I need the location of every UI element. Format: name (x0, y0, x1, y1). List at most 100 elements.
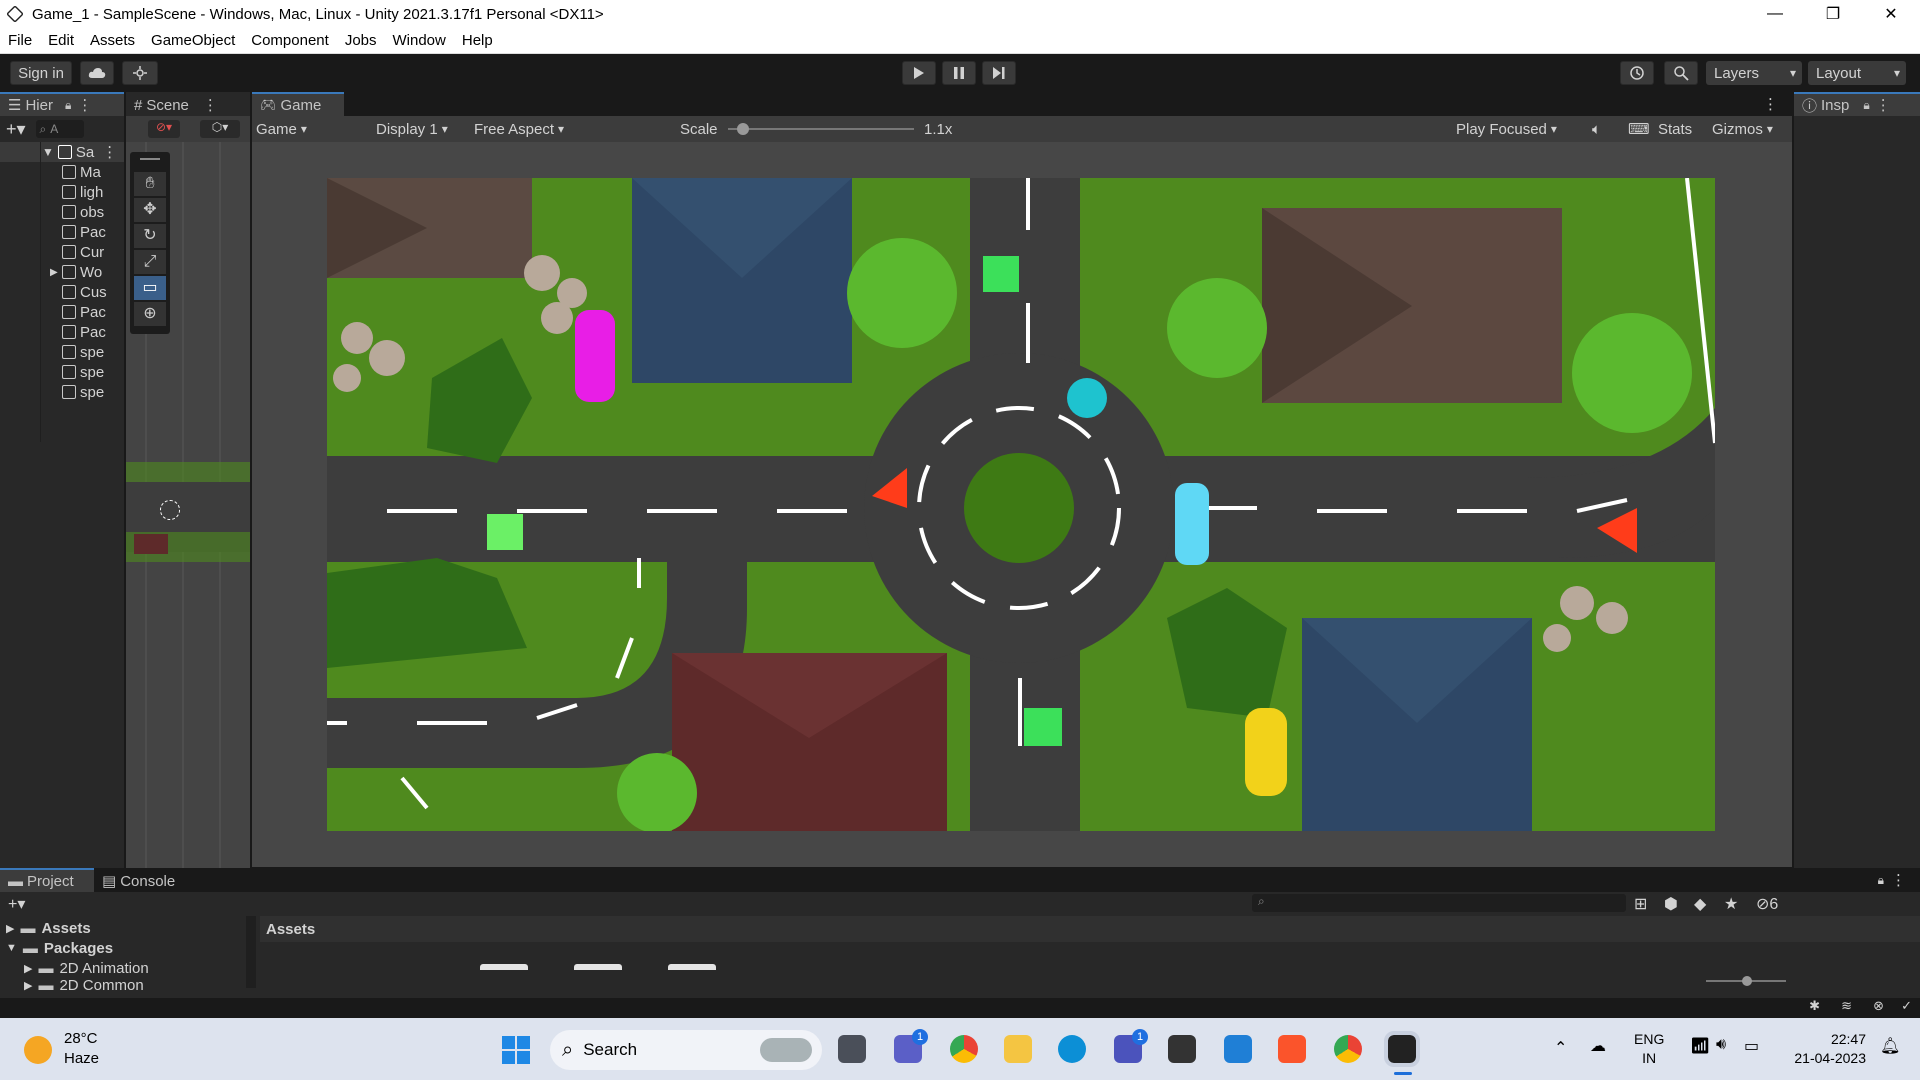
lock-icon[interactable]: 🔒︎ (1878, 873, 1884, 888)
play-focused-dropdown[interactable]: Play Focused (1456, 116, 1586, 142)
play-button[interactable] (902, 61, 936, 85)
language-indicator[interactable]: ENG IN (1634, 1030, 1664, 1068)
aspect-dropdown[interactable]: Free Aspect (474, 116, 670, 142)
kebab-menu-icon[interactable]: ⋮ (203, 96, 218, 114)
step-button[interactable] (982, 61, 1016, 85)
hidden-packages-icon[interactable]: ⊘6 (1756, 894, 1778, 914)
move-tool-icon[interactable]: ✥ (134, 198, 166, 222)
minimize-button[interactable]: — (1746, 0, 1804, 28)
hierarchy-search-input[interactable]: ⌕ A (35, 120, 84, 138)
file-explorer-icon[interactable] (1004, 1035, 1032, 1063)
layout-dropdown[interactable]: Layout (1808, 61, 1906, 85)
unity-editor-icon[interactable] (1384, 1031, 1420, 1067)
kebab-menu-icon[interactable]: ⋮ (1763, 95, 1778, 113)
menu-edit[interactable]: Edit (40, 32, 82, 49)
project-search-input[interactable]: ⌕ (1252, 894, 1626, 912)
tab-console[interactable]: ▤ Console (94, 868, 194, 892)
scene-menu-icon[interactable]: ⋮ (102, 143, 117, 161)
menu-jobs[interactable]: Jobs (337, 32, 385, 49)
menu-component[interactable]: Component (243, 32, 337, 49)
sign-in-button[interactable]: Sign in (10, 61, 72, 85)
collab-icon[interactable] (122, 61, 158, 85)
breadcrumb-assets[interactable]: Assets (266, 921, 315, 938)
tab-project[interactable]: ▬ Project (0, 868, 94, 892)
gizmos-dropdown[interactable]: Gizmos (1712, 116, 1773, 142)
hierarchy-item[interactable]: Cur (0, 242, 104, 262)
debug-icon[interactable]: ✱ (1809, 998, 1820, 1014)
edge-icon[interactable] (1058, 1035, 1086, 1063)
wifi-icon[interactable]: 📶︎ (1690, 1036, 1710, 1056)
hierarchy-item[interactable]: Cus (0, 282, 107, 302)
layers-dropdown[interactable]: Layers (1706, 61, 1802, 85)
scale-tool-icon[interactable]: ⤢ (134, 250, 166, 274)
keyboard-shortcuts-icon[interactable]: ⌨︎ (1628, 116, 1650, 142)
expand-arrow-icon[interactable]: ▼ (42, 145, 54, 159)
hierarchy-item[interactable]: Pac (0, 322, 106, 342)
start-button-icon[interactable] (502, 1036, 530, 1064)
draw-mode-icon[interactable]: ⊘▾ (148, 120, 180, 138)
weather-widget[interactable]: 28°C Haze (20, 1028, 140, 1072)
display-dropdown[interactable]: Display 1 (376, 116, 472, 142)
teams-icon[interactable]: 1 (1114, 1029, 1148, 1063)
search-icon[interactable] (1664, 61, 1698, 85)
mute-audio-icon[interactable]: 🔈︎ (1592, 116, 1601, 142)
menu-help[interactable]: Help (454, 32, 501, 49)
history-icon[interactable] (1620, 61, 1654, 85)
battery-icon[interactable]: ▭ (1744, 1036, 1759, 1056)
search-by-label-icon[interactable]: ⬢ (1664, 894, 1678, 914)
vscode-icon[interactable] (1224, 1035, 1252, 1063)
task-view-icon[interactable] (838, 1035, 866, 1063)
tab-scene[interactable]: # Scene ⋮ (126, 92, 250, 116)
hierarchy-item[interactable]: spe (0, 382, 104, 402)
scale-slider[interactable] (728, 116, 914, 142)
clock[interactable]: 22:47 21-04-2023 (1786, 1030, 1866, 1068)
check-icon[interactable]: ✓ (1901, 998, 1912, 1014)
hierarchy-item[interactable]: obs (0, 202, 104, 222)
tree-item-packages[interactable]: ▼ ▬ Packages (0, 938, 250, 958)
chrome-profile-icon[interactable] (1334, 1035, 1362, 1063)
tree-item-assets[interactable]: ▶ ▬ Assets (0, 918, 250, 938)
menu-file[interactable]: File (0, 32, 40, 49)
taskbar-search-box[interactable]: ⌕ Search (550, 1030, 822, 1070)
volume-icon[interactable]: 🔊︎ (1716, 1036, 1726, 1054)
cache-icon[interactable]: ≋ (1841, 998, 1852, 1014)
hierarchy-item[interactable]: Ma (0, 162, 101, 182)
menu-window[interactable]: Window (385, 32, 454, 49)
kebab-menu-icon[interactable]: ⋮ (77, 96, 92, 114)
add-button[interactable]: +▾ (6, 119, 26, 140)
tab-game[interactable]: 🎮︎ Game (252, 92, 344, 116)
close-button[interactable]: ✕ (1862, 0, 1920, 28)
onedrive-icon[interactable]: ☁︎ (1590, 1036, 1606, 1056)
lock-icon[interactable]: 🔒︎ (65, 98, 71, 113)
transform-tool-icon[interactable]: ⊕ (134, 302, 166, 326)
scene-root-row[interactable]: ▼ Sa ⋮ (0, 142, 124, 162)
tab-inspector[interactable]: ⓘ Insp 🔒︎ ⋮ (1794, 92, 1920, 116)
create-button[interactable]: +▾ (8, 894, 25, 914)
tab-hierarchy[interactable]: ☰ Hier 🔒︎ ⋮ (0, 92, 124, 116)
menu-assets[interactable]: Assets (82, 32, 143, 49)
game-mode-dropdown[interactable]: Game (256, 116, 366, 142)
notification-bell-icon[interactable]: 🔔︎ (1880, 1036, 1900, 1056)
chrome-icon[interactable] (950, 1035, 978, 1063)
hierarchy-item[interactable]: Pac (0, 222, 106, 242)
cloud-icon[interactable] (80, 61, 114, 85)
gizmo-cube-icon[interactable]: ⬡▾ (200, 120, 240, 138)
search-by-type-icon[interactable]: ⊞ (1634, 894, 1647, 914)
lock-icon[interactable]: 🔒︎ (1863, 98, 1869, 113)
kebab-menu-icon[interactable]: ⋮ (1891, 871, 1906, 889)
network-off-icon[interactable]: ⊗ (1873, 998, 1884, 1014)
menu-gameobject[interactable]: GameObject (143, 32, 243, 49)
hierarchy-item[interactable]: Pac (0, 302, 106, 322)
hierarchy-item[interactable]: ligh (0, 182, 103, 202)
tag-icon[interactable]: ◆ (1694, 894, 1706, 914)
show-hidden-icons-icon[interactable]: ⌃ (1554, 1038, 1567, 1058)
favorite-star-icon[interactable]: ★ (1724, 894, 1738, 914)
tree-item-2d-animation[interactable]: ▶ ▬ 2D Animation (0, 958, 250, 978)
expand-arrow-icon[interactable]: ▶ (50, 267, 58, 278)
kebab-menu-icon[interactable]: ⋮ (1876, 96, 1891, 114)
unity-hub-icon[interactable] (1168, 1035, 1196, 1063)
brave-icon[interactable] (1278, 1035, 1306, 1063)
teams-chat-icon[interactable]: 1 (894, 1029, 928, 1063)
rect-tool-icon[interactable]: ▭ (134, 276, 166, 300)
scale-slider-knob[interactable] (737, 123, 750, 135)
